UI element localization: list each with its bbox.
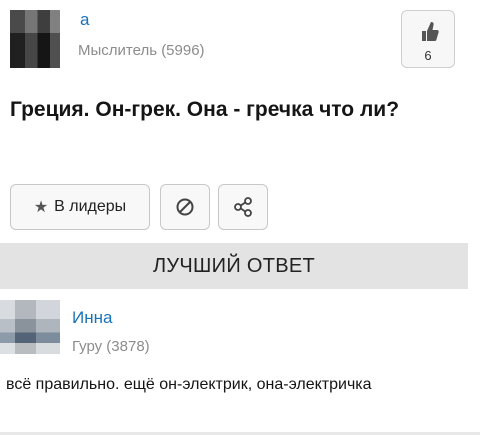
report-button[interactable] (160, 184, 210, 230)
to-leaders-label: В лидеры (54, 198, 127, 215)
to-leaders-button[interactable]: ★ В лидеры (10, 184, 150, 230)
share-icon (234, 197, 252, 217)
like-button[interactable]: 6 (401, 10, 455, 68)
question-author-rank: Мыслитель (5996) (78, 42, 205, 59)
thumbs-up-icon (422, 22, 439, 41)
question-author-name[interactable]: а (80, 10, 89, 30)
best-answer-header: ЛУЧШИЙ ОТВЕТ (0, 243, 468, 289)
question-text: Греция. Он-грек. Она - гречка что ли? (10, 98, 400, 121)
block-icon (176, 198, 194, 216)
answer-author-avatar[interactable] (0, 300, 60, 354)
share-button[interactable] (218, 184, 268, 230)
like-count: 6 (424, 48, 432, 63)
answer-text: всё правильно. ещё он-электрик, она-элек… (6, 376, 372, 393)
answer-author-name[interactable]: Инна (72, 308, 112, 328)
star-icon: ★ (33, 199, 49, 216)
answer-author-rank: Гуру (3878) (72, 338, 150, 355)
question-author-avatar[interactable] (10, 10, 60, 68)
